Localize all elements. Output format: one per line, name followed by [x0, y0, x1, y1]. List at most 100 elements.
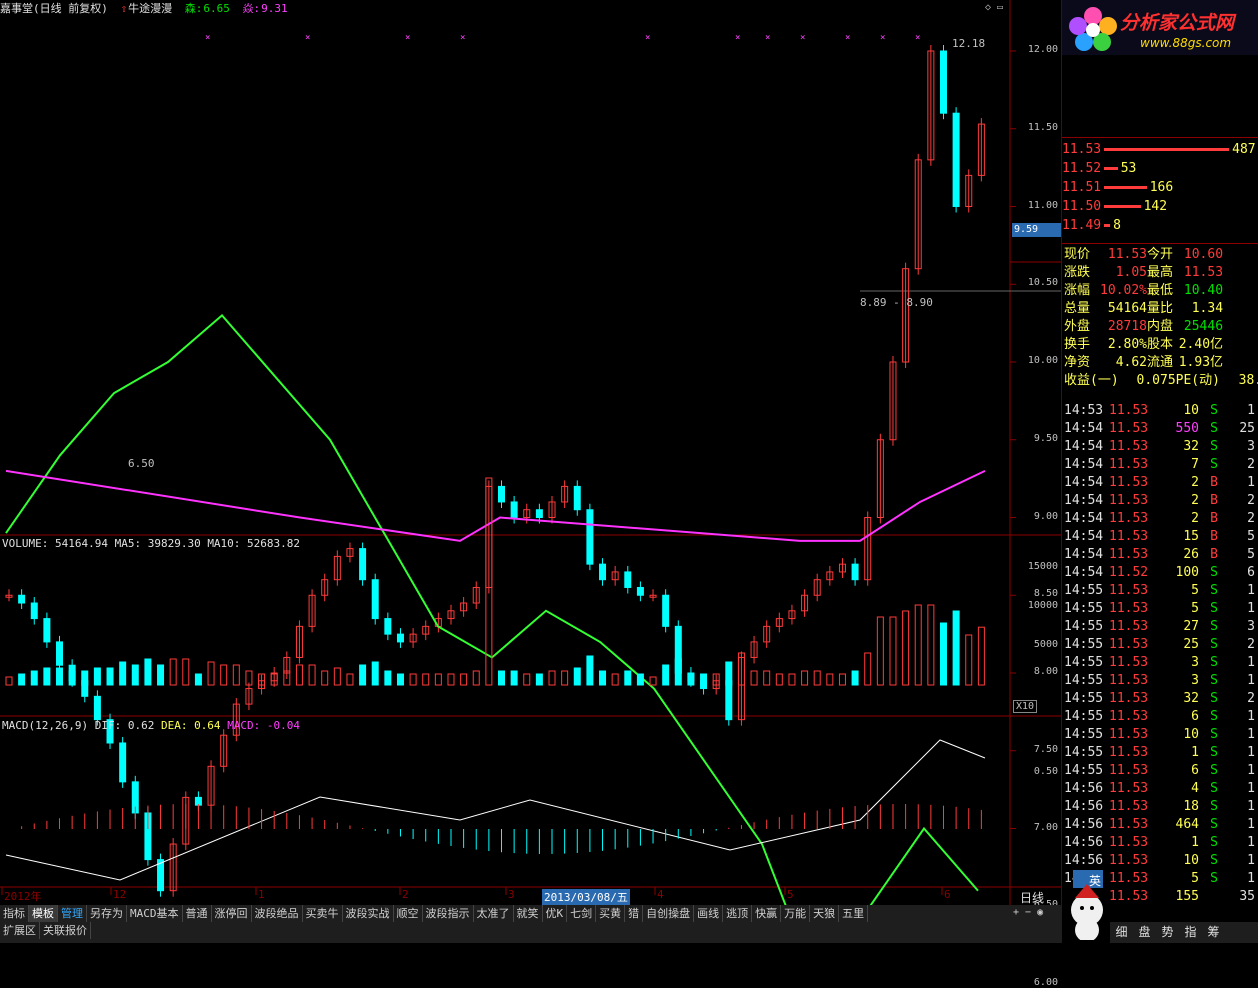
tab-16[interactable]: 买黄 — [596, 905, 626, 922]
bottom-tabbar[interactable]: 扩展区 关联报价 — [0, 922, 1061, 943]
tab-18[interactable]: 自创操盘 — [643, 905, 695, 922]
tick-side: S — [1210, 691, 1218, 706]
volume-bar — [750, 670, 758, 686]
signal-marker: × — [205, 33, 210, 43]
price-axis-label: 9.50 — [1033, 432, 1058, 444]
quote-panel: 分析家公式网 www.88gs.com 11.53 487 11.52 53 11.51… — [1061, 0, 1258, 943]
volume-bar — [889, 616, 897, 686]
tick-count: 1 — [1247, 583, 1255, 598]
tab-4[interactable]: MACD基本 — [127, 905, 183, 922]
macd-dif-line — [5, 739, 986, 881]
price-axis-label: 7.50 — [1033, 743, 1058, 755]
volume-axis-label: 15000 — [1027, 561, 1058, 572]
tick-time: 14:56 — [1064, 799, 1104, 814]
right-tab-2[interactable]: 势 — [1156, 922, 1179, 943]
tick-side: S — [1210, 583, 1218, 598]
signal-marker: × — [845, 33, 850, 43]
volume-bar — [914, 604, 922, 686]
chart-area[interactable]: × × × × × × × × × × × 嘉事堂(日线 前复权) ⇧牛途漫漫 森:6.65 焱:9… — [0, 0, 1062, 988]
tab-0[interactable]: 指标 — [0, 905, 29, 922]
tick-count: 5 — [1247, 529, 1255, 544]
tab-21[interactable]: 快赢 — [752, 905, 782, 922]
price-axis-label: 11.00 — [1027, 199, 1058, 211]
quote-row: 涨幅 10.02%最低 10.40 — [1064, 282, 1258, 300]
tick-volume: 7 — [1191, 457, 1199, 472]
right-tab-3[interactable]: 指 — [1179, 922, 1202, 943]
tab-13[interactable]: 就笑 — [514, 905, 543, 922]
tab-14[interactable]: 优K — [543, 905, 568, 922]
logo-url: www.88gs.com — [1140, 36, 1232, 50]
ob-volume: 53 — [1120, 161, 1137, 176]
tick-list[interactable]: 14:53 11.53 10 S 1 14:54 11.53 550 S 25 14:54 11.53… — [1064, 402, 1258, 906]
tick-time: 14:54 — [1064, 421, 1104, 436]
candle-body — [384, 618, 392, 635]
indicator1-value: 6.65 — [203, 2, 230, 15]
candle-body — [624, 571, 632, 588]
indicator2-label: 焱: — [242, 2, 261, 15]
bottom-tab-1[interactable]: 关联报价 — [40, 922, 91, 939]
volume-bar — [788, 673, 796, 686]
volume-bar — [801, 670, 809, 686]
bottom-tab-0[interactable]: 扩展区 — [0, 922, 40, 939]
tick-row: 14:54 11.52 100 S 6 — [1064, 564, 1258, 582]
tab-19[interactable]: 画线 — [694, 905, 724, 922]
tab-5[interactable]: 普通 — [183, 905, 212, 922]
tick-price: 11.53 — [1109, 493, 1149, 508]
kline-chart[interactable]: × × × × × × × × × × × — [0, 0, 1061, 905]
tick-row: 14:55 11.53 25 S 2 — [1064, 636, 1258, 654]
tick-count: 2 — [1247, 511, 1255, 526]
tick-side: S — [1210, 619, 1218, 634]
tick-row: 14:55 11.53 6 S 1 — [1064, 762, 1258, 780]
tick-price: 11.53 — [1109, 817, 1149, 832]
tick-count: 1 — [1247, 781, 1255, 796]
quote-label: 涨幅 — [1064, 283, 1091, 298]
tab-15[interactable]: 七剑 — [567, 905, 597, 922]
right-bottom-tabs[interactable]: 细盘势指筹 — [1110, 922, 1258, 943]
formula-tabbar[interactable]: 指标 模板 管理 另存为 MACD基本 普通 涨停回 波段绝品 买卖牛 波段实战 顺空 波段指示 太准了… — [0, 905, 1061, 922]
period-label[interactable]: 日线 — [1020, 889, 1044, 906]
chart-corner-icons[interactable]: ◇ ▭ — [985, 2, 1003, 13]
tick-row: 14:56 11.53 464 S 1 — [1064, 816, 1258, 834]
tick-volume: 1 — [1191, 835, 1199, 850]
tick-price: 11.53 — [1109, 403, 1149, 418]
tick-count: 2 — [1247, 457, 1255, 472]
tab-17[interactable]: 猎 — [625, 905, 644, 922]
tick-count: 1 — [1247, 673, 1255, 688]
tab-scroll-controls[interactable]: + − ◉ — [1013, 907, 1043, 918]
tab-11[interactable]: 波段指示 — [423, 905, 474, 922]
tick-count: 1 — [1247, 799, 1255, 814]
tab-24[interactable]: 五里 — [839, 905, 869, 922]
volume-bar — [927, 604, 935, 686]
chart-header: 嘉事堂(日线 前复权) ⇧牛途漫漫 森:6.65 焱:9.31 — [0, 0, 1010, 22]
price-axis-label: 6.00 — [1033, 977, 1058, 988]
tab-6[interactable]: 涨停回 — [212, 905, 252, 922]
tab-10[interactable]: 顺空 — [394, 905, 423, 922]
right-tab-0[interactable]: 细 — [1110, 922, 1133, 943]
tab-1[interactable]: 模板 — [29, 905, 58, 922]
tab-20[interactable]: 逃顶 — [723, 905, 753, 922]
tick-row: 14:54 11.53 2 B 2 — [1064, 510, 1258, 528]
tab-3[interactable]: 另存为 — [87, 905, 127, 922]
stock-name[interactable]: 嘉事堂(日线 前复权) — [0, 2, 108, 15]
indicator-name: 牛途漫漫 — [128, 2, 173, 15]
price-axis-label: 8.50 — [1033, 588, 1058, 600]
tab-2[interactable]: 管理 — [58, 905, 87, 922]
right-tab-4[interactable]: 筹 — [1202, 922, 1225, 943]
tick-count: 35 — [1239, 889, 1255, 904]
tab-9[interactable]: 波段实战 — [343, 905, 394, 922]
right-tab-1[interactable]: 盘 — [1133, 922, 1156, 943]
macd-dif: DIF: 0.62 — [94, 719, 155, 732]
tick-price: 11.53 — [1109, 691, 1149, 706]
tick-time: 14:55 — [1064, 727, 1104, 742]
order-book-row: 11.53 487 — [1062, 140, 1258, 159]
volume-bar — [169, 658, 177, 686]
volume-bar — [611, 673, 619, 686]
tab-8[interactable]: 买卖牛 — [303, 905, 343, 922]
tab-23[interactable]: 天狼 — [810, 905, 840, 922]
tick-side: S — [1210, 817, 1218, 832]
tab-12[interactable]: 太准了 — [474, 905, 514, 922]
tick-row: 14:54 11.53 2 B 2 — [1064, 492, 1258, 510]
float-assistant-badge[interactable]: 英 — [1063, 870, 1111, 942]
tab-7[interactable]: 波段绝品 — [252, 905, 303, 922]
tab-22[interactable]: 万能 — [781, 905, 811, 922]
